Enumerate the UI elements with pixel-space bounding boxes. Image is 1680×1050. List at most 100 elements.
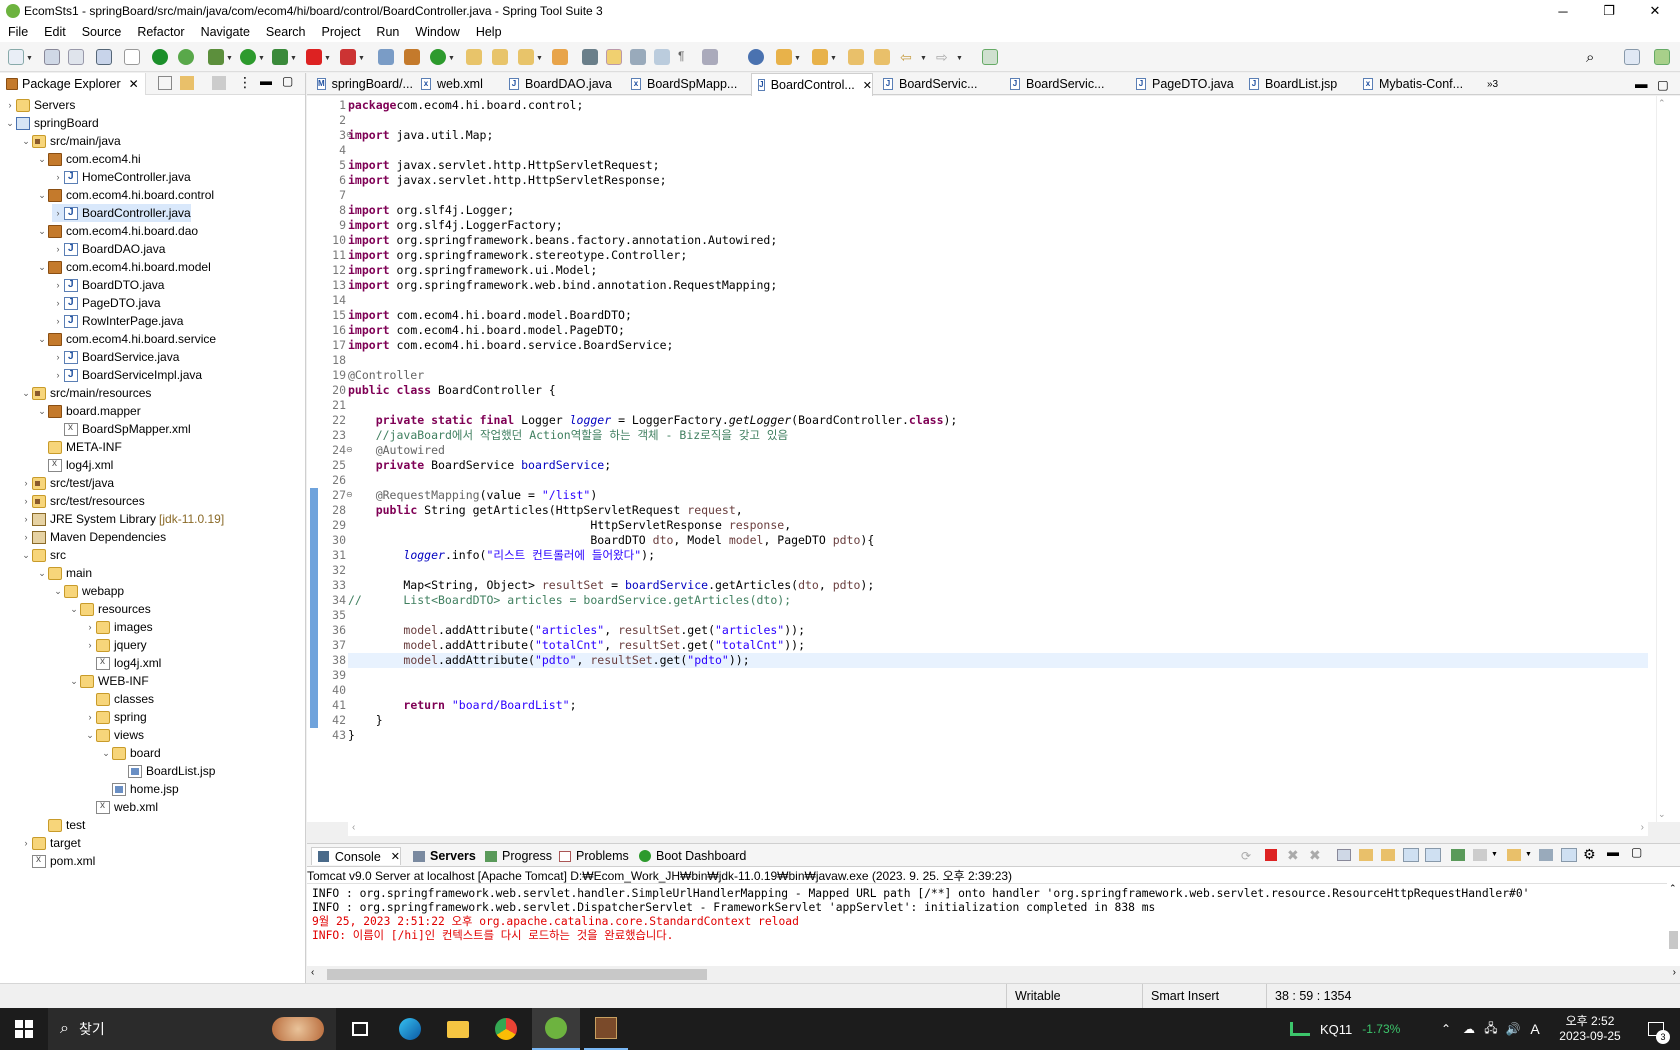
tree-item[interactable]: classes [84,690,154,708]
new-package-icon[interactable] [404,49,420,65]
expanded-chevron-icon[interactable]: ⌄ [36,334,48,345]
tree-item[interactable]: › src/test/resources [20,492,145,510]
menu-search[interactable]: Search [258,25,314,39]
code-line[interactable]: logger.info("리스트 컨트롤러에 들어왔다"); [348,548,655,563]
tree-item[interactable]: test [36,816,85,834]
collapsed-chevron-icon[interactable]: › [52,280,64,290]
previous-annotation-dropdown-icon[interactable]: ▼ [830,55,837,62]
code-line[interactable]: @RequestMapping(value = "/list") [348,488,598,503]
tree-item[interactable]: ⌄ com.ecom4.hi.board.service [36,330,216,348]
collapse-all-icon[interactable] [158,76,172,90]
maximize-view-icon[interactable]: ▢ [282,74,293,88]
new-icon[interactable] [8,49,24,65]
debug-dropdown-icon[interactable]: ▼ [226,55,233,62]
tree-item[interactable]: › BoardController.java [52,204,191,222]
tab-console[interactable]: Console ✕ [311,847,401,865]
next-annotation-dropdown-icon[interactable]: ▼ [794,55,801,62]
code-line[interactable]: BoardDTO dto, Model model, PageDTO pdto)… [348,533,874,548]
tree-item[interactable]: ⌄ com.ecom4.hi.board.control [36,186,214,204]
copy-icon[interactable] [1539,849,1553,861]
collapsed-chevron-icon[interactable]: › [52,370,64,380]
tree-item[interactable]: › BoardServiceImpl.java [52,366,203,384]
editor-horizontal-scrollbar[interactable]: ‹ › [348,822,1648,836]
editor-vertical-scrollbar[interactable]: ⌃ ⌄ [1656,96,1668,822]
tree-item[interactable]: › BoardDTO.java [52,276,165,294]
minimize-view-icon[interactable]: ▬ [260,74,272,88]
console-output[interactable]: INFO : org.springframework.web.servlet.h… [307,883,1667,967]
search-icon[interactable]: ⌕ [1586,49,1602,66]
expanded-chevron-icon[interactable]: ⌄ [68,604,80,615]
expanded-chevron-icon[interactable]: ⌄ [20,136,32,147]
show-hidden-icons-icon[interactable]: ⌃ [1436,1008,1456,1050]
run-dropdown-icon[interactable]: ▼ [258,55,265,62]
code-line[interactable]: private BoardService boardService; [348,458,611,473]
coverage-icon[interactable] [272,49,288,65]
terminate-icon[interactable] [1265,849,1277,861]
link-with-editor-icon[interactable] [180,76,194,90]
open-console-icon[interactable] [96,49,112,65]
open-resource-icon[interactable] [552,49,568,65]
editor-tab[interactable]: MspringBoard/... [311,73,413,95]
collapsed-chevron-icon[interactable]: › [20,478,32,488]
tree-item[interactable]: log4j.xml [84,654,161,672]
toggle-breadcrumb-icon[interactable] [582,49,598,65]
stop-dropdown-icon[interactable]: ▼ [324,55,331,62]
display-console-icon[interactable] [1473,849,1487,861]
collapsed-chevron-icon[interactable]: › [20,496,32,506]
skip-breakpoints-icon[interactable] [124,49,140,65]
previous-annotation-icon[interactable] [812,49,828,65]
new-class-icon[interactable] [430,49,446,65]
onedrive-icon[interactable]: ☁ [1458,1008,1480,1050]
task-view-icon[interactable] [340,1008,380,1050]
expanded-chevron-icon[interactable]: ⌄ [36,406,48,417]
coverage-dropdown-icon[interactable]: ▼ [290,55,297,62]
collapsed-chevron-icon[interactable]: › [52,208,64,218]
collapsed-chevron-icon[interactable]: › [52,298,64,308]
remove-launch-icon[interactable]: ✖ [1287,847,1299,864]
menu-help[interactable]: Help [468,25,510,39]
tree-item[interactable]: ⌄ WEB-INF [68,672,148,690]
console-hscroll-thumb[interactable] [327,969,707,980]
editor-tab[interactable]: J BoardServic... [877,73,999,95]
maximize-editor-icon[interactable]: ▢ [1657,73,1669,95]
pin-editor-icon[interactable] [874,49,890,65]
code-line[interactable]: HttpServletResponse response, [348,518,791,533]
code-line[interactable]: import javax.servlet.http.HttpServletReq… [348,158,660,173]
toggle-block-selection-icon[interactable] [630,49,646,65]
code-text[interactable]: packagecom.ecom4.hi.board.control; import… [348,96,1648,822]
tree-item[interactable]: web.xml [84,798,158,816]
editor-tab[interactable]: J BoardControl... ✕ [751,73,873,96]
tree-item[interactable]: › RowInterPage.java [52,312,184,330]
minimize-editor-icon[interactable]: ▬ [1635,73,1648,95]
view-menu-icon[interactable]: ⋮ [238,74,252,91]
save-all-icon[interactable] [68,49,84,65]
back-icon[interactable]: ⇦ [900,49,916,65]
tree-item[interactable]: › target [20,834,81,852]
expanded-chevron-icon[interactable]: ⌄ [100,748,112,759]
code-line[interactable]: Map<String, Object> resultSet = boardSer… [348,578,874,593]
pin-console-icon[interactable] [1451,849,1465,861]
show-whitespace-icon[interactable]: ¶ [678,49,694,65]
volume-icon[interactable]: 🔊 [1502,1008,1524,1050]
menu-window[interactable]: Window [407,25,467,39]
taskbar-search-box[interactable]: ⌕ 찾기 [48,1008,336,1050]
word-wrap-icon[interactable] [1381,849,1395,861]
back-dropdown-icon[interactable]: ▼ [920,55,927,62]
external-tools-dropdown-icon[interactable]: ▼ [358,55,365,62]
tree-item[interactable]: ⌄ com.ecom4.hi.board.dao [36,222,198,240]
expanded-chevron-icon[interactable]: ⌄ [36,568,48,579]
collapsed-chevron-icon[interactable]: › [20,838,32,848]
console-scroll-thumb[interactable] [1669,931,1678,949]
stop-icon[interactable] [306,49,322,65]
web-browser-icon[interactable] [748,49,764,65]
editor-tab[interactable]: J BoardDAO.java [503,73,621,95]
console-horizontal-scrollbar[interactable]: ‹ › [307,966,1680,983]
code-line[interactable]: import com.ecom4.hi.board.model.BoardDTO… [348,308,632,323]
code-line[interactable]: // List<BoardDTO> articles = boardServic… [348,593,791,608]
next-annotation-icon[interactable] [776,49,792,65]
code-line[interactable]: //javaBoard에서 작업했던 Action역할을 하는 객체 - Biz… [348,428,788,443]
tab-progress[interactable]: Progress [479,847,552,865]
tree-item[interactable]: home.jsp [100,780,179,798]
save-icon[interactable] [44,49,60,65]
maximize-panel-icon[interactable]: ▢ [1631,845,1642,859]
